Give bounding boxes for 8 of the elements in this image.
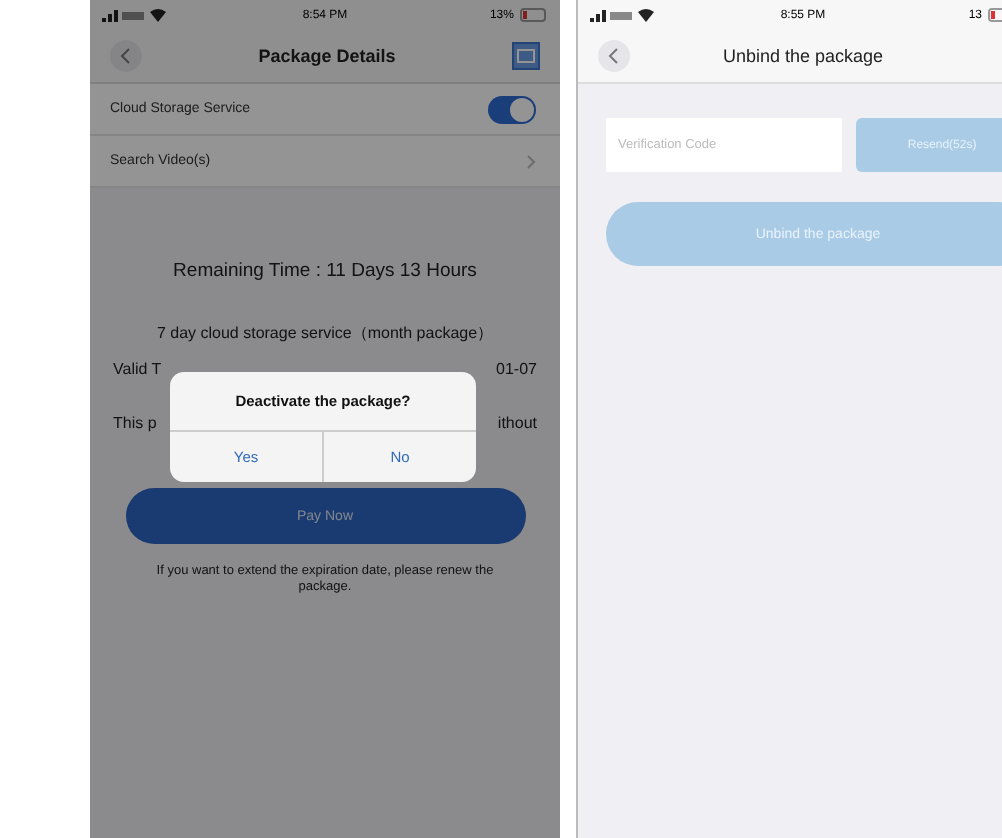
validity-text: Valid T [113, 360, 162, 378]
package-name: 7 day cloud storage service（month package） [156, 322, 494, 344]
note-text: This p [113, 414, 157, 432]
validity-text: 01-07 [496, 360, 537, 378]
screen-title: Unbind the package [720, 46, 886, 66]
note-text: ithout [497, 414, 537, 432]
remaining-time: Remaining Time : 11 Days 13 Hours [173, 260, 477, 282]
screen-title: Package Details [256, 46, 398, 66]
